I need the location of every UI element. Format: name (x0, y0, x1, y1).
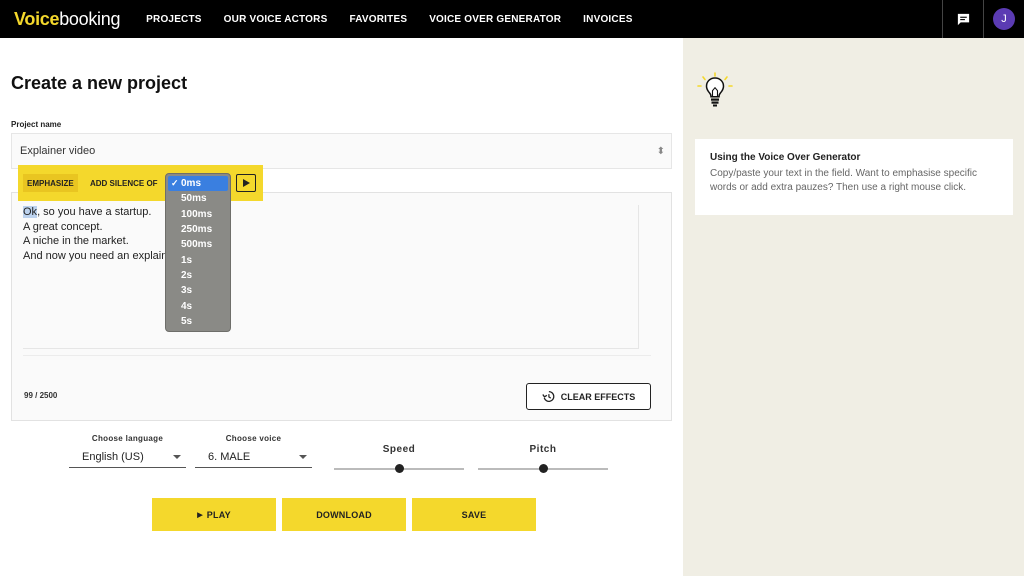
character-counter: 99 / 2500 (24, 391, 58, 400)
editor-line: Ok, so you have a startup. (23, 206, 152, 218)
play-button[interactable]: ▶ PLAY (152, 498, 276, 531)
nav-links: PROJECTS OUR VOICE ACTORS FAVORITES VOIC… (146, 14, 654, 25)
nav-link-favorites[interactable]: FAVORITES (349, 14, 407, 25)
language-select[interactable]: English (US) (69, 446, 186, 468)
pitch-slider-handle[interactable] (538, 464, 548, 473)
speed-slider[interactable] (334, 464, 464, 473)
messages-button[interactable] (942, 0, 983, 38)
lightbulb-icon (697, 72, 733, 107)
editor-line: A great concept. (23, 220, 103, 233)
silence-option-5s[interactable]: 5s (166, 314, 230, 329)
tip-title: Using the Voice Over Generator (710, 152, 861, 163)
divider (23, 355, 651, 356)
language-label: Choose language (91, 434, 164, 443)
chevron-down-icon (299, 455, 307, 459)
emphasize-button[interactable]: EMPHASIZE (23, 174, 78, 192)
silence-option-500ms[interactable]: 500ms (166, 237, 230, 252)
clear-effects-button[interactable]: CLEAR EFFECTS (526, 383, 651, 410)
project-name-value: Explainer video (20, 145, 96, 157)
speed-slider-handle[interactable] (394, 464, 404, 473)
nav-link-voice-over-generator[interactable]: VOICE OVER GENERATOR (429, 14, 561, 25)
user-menu-button[interactable]: J (983, 0, 1024, 38)
tip-card: Using the Voice Over Generator Copy/past… (695, 139, 1013, 215)
voice-label: Choose voice (225, 434, 282, 443)
logo[interactable]: Voicebooking (14, 9, 120, 30)
voice-select[interactable]: 6. MALE (195, 446, 312, 468)
project-name-label: Project name (11, 120, 62, 129)
download-button[interactable]: DOWNLOAD (282, 498, 406, 531)
chat-icon (957, 13, 969, 25)
speed-label: Speed (382, 444, 416, 455)
page-title: Create a new project (11, 73, 188, 93)
checkmark-icon: ✓ (171, 178, 179, 189)
pitch-label: Pitch (529, 444, 557, 455)
avatar: J (993, 8, 1015, 30)
add-silence-label: ADD SILENCE OF (90, 179, 158, 188)
preview-play-button[interactable] (236, 174, 256, 192)
top-navbar: Voicebooking PROJECTS OUR VOICE ACTORS F… (0, 0, 1024, 38)
editor-text-area[interactable]: Ok, so you have a startup. A great conce… (23, 205, 639, 349)
silence-option-2s[interactable]: 2s (166, 268, 230, 283)
silence-option-3s[interactable]: 3s (166, 283, 230, 298)
selected-word: Ok (23, 206, 38, 218)
save-button[interactable]: SAVE (412, 498, 536, 531)
play-icon: ▶ (197, 511, 203, 519)
pitch-slider[interactable] (478, 464, 608, 473)
nav-link-projects[interactable]: PROJECTS (146, 14, 202, 25)
silence-option-1s[interactable]: 1s (166, 252, 230, 267)
nav-right: J (942, 0, 1024, 38)
nav-link-voice-actors[interactable]: OUR VOICE ACTORS (224, 14, 328, 25)
silence-dropdown[interactable]: ✓ 0ms 50ms 100ms 250ms 500ms 1s 2s 3s 4s … (165, 173, 231, 332)
project-name-input[interactable]: Explainer video ⬍ (11, 133, 672, 169)
tip-text: Copy/paste your text in the field. Want … (710, 168, 977, 193)
nav-link-invoices[interactable]: INVOICES (583, 14, 632, 25)
text-editor[interactable]: Ok, so you have a startup. A great conce… (11, 192, 672, 421)
chevron-down-icon (173, 455, 181, 459)
silence-option-250ms[interactable]: 250ms (166, 222, 230, 237)
language-value: English (US) (82, 450, 144, 463)
silence-option-0ms[interactable]: ✓ 0ms (168, 176, 228, 192)
silence-option-50ms[interactable]: 50ms (166, 191, 230, 206)
silence-option-4s[interactable]: 4s (166, 298, 230, 313)
silence-option-100ms[interactable]: 100ms (166, 207, 230, 222)
help-panel: Using the Voice Over Generator Copy/past… (683, 38, 1024, 576)
voice-value: 6. MALE (208, 450, 251, 463)
editor-line: And now you need an explainer (23, 249, 178, 262)
play-icon (243, 179, 250, 187)
input-resize-icon: ⬍ (656, 146, 665, 157)
history-icon (542, 390, 555, 402)
editor-line: A niche in the market. (23, 235, 129, 247)
